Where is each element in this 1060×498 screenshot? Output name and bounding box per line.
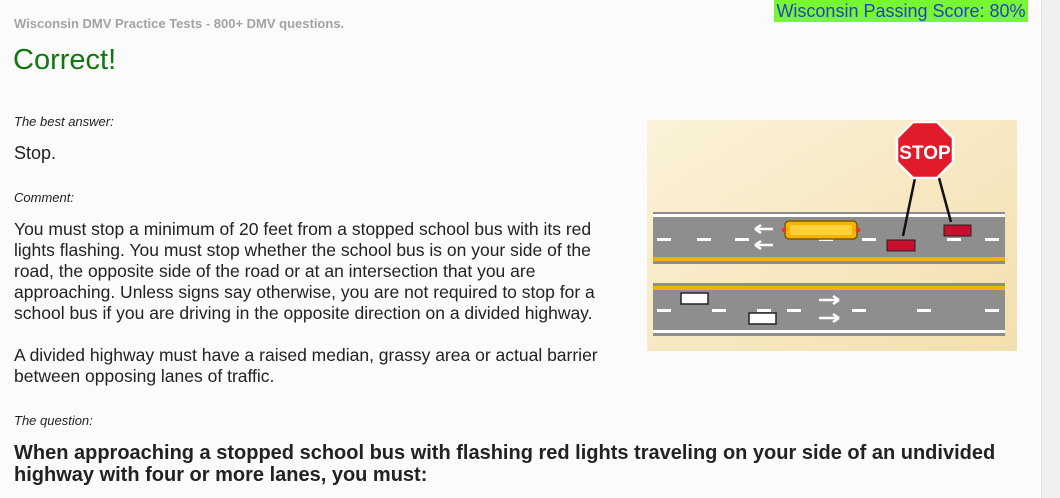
question-text: When approaching a stopped school bus wi… [14, 442, 996, 486]
comment-label: Comment: [14, 190, 74, 205]
comment-paragraph: You must stop a minimum of 20 feet from … [14, 219, 595, 323]
stop-sign-icon: STOP [895, 120, 955, 180]
stop-sign-text: STOP [899, 143, 951, 164]
comment-body: You must stop a minimum of 20 feet from … [14, 219, 634, 408]
passing-score-badge: Wisconsin Passing Score: 80% [774, 0, 1028, 22]
question-label: The question: [14, 413, 93, 428]
best-answer-text: Stop. [14, 143, 57, 163]
comment-paragraph: A divided highway must have a raised med… [14, 345, 598, 386]
stopped-car-near [886, 239, 916, 252]
result-title: Correct! [13, 44, 117, 76]
school-bus [781, 220, 861, 240]
stopped-car-far [943, 224, 972, 237]
site-header-title: Wisconsin DMV Practice Tests - 800+ DMV … [14, 16, 345, 31]
scrollbar[interactable] [1041, 0, 1060, 498]
best-answer-label: The best answer: [14, 114, 114, 129]
school-bus-road-illustration: STOP [647, 120, 1017, 351]
car-lower-center [748, 312, 777, 325]
lower-road [653, 283, 1005, 336]
car-lower-left [680, 292, 709, 305]
